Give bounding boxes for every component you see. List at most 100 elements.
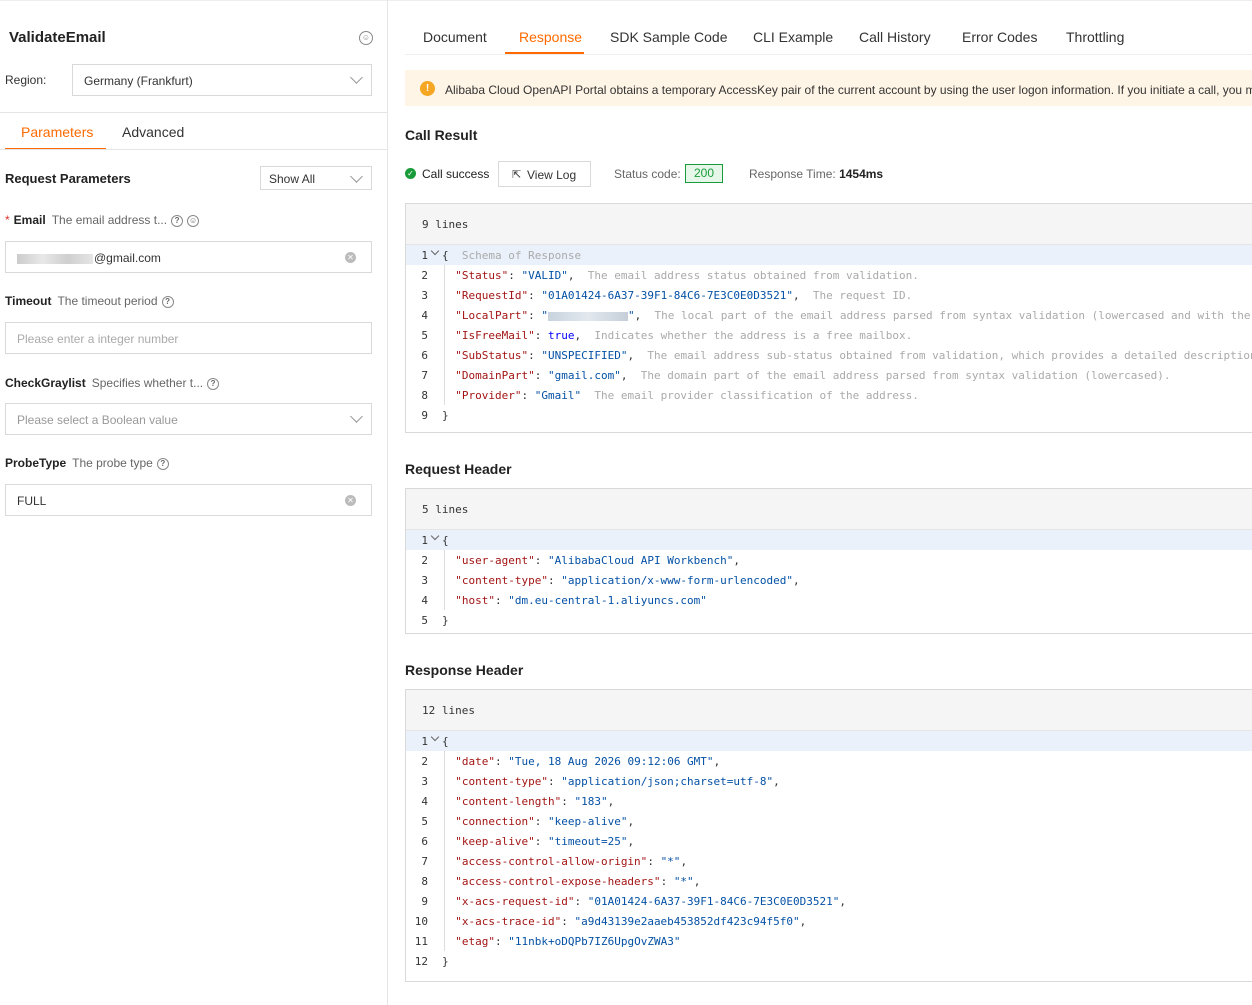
code-line: 2 "user-agent": "AlibabaCloud API Workbe…	[406, 550, 1252, 570]
code-line: 9 "x-acs-request-id": "01A01424-6A37-39F…	[406, 891, 1252, 911]
code-line: 6 "keep-alive": "timeout=25",	[406, 831, 1252, 851]
response-panel: Document Response SDK Sample Code CLI Ex…	[389, 0, 1252, 1005]
code-line: 12}	[414, 955, 449, 968]
email-desc: The email address t...	[51, 213, 168, 227]
help-icon[interactable]: ?	[171, 214, 184, 227]
help-icon[interactable]: ?	[161, 295, 174, 308]
line-count: 9 lines	[422, 218, 469, 231]
response-header-title: Response Header	[405, 662, 524, 678]
region-value: Germany (Frankfurt)	[84, 74, 193, 88]
code-line: 4 "content-length": "183",	[406, 791, 1252, 811]
call-success-text: Call success	[422, 167, 490, 181]
response-header-editor[interactable]: 12 lines 1{ 2 "date": "Tue, 18 Aug 2026 …	[405, 689, 1252, 982]
active-tab-indicator	[505, 52, 584, 54]
code-line: 8 "Provider": "Gmail" The email provider…	[406, 385, 1252, 405]
help-icon[interactable]: ?	[207, 377, 220, 390]
email-label: * Email The email address t...? ☺	[5, 213, 200, 227]
editor-header: 9 lines	[406, 204, 1252, 245]
code-line: 2 "date": "Tue, 18 Aug 2026 09:12:06 GMT…	[406, 751, 1252, 771]
show-all-select[interactable]: Show All	[260, 166, 372, 190]
email-field[interactable]: @gmail.com ✕	[5, 241, 372, 273]
request-header-title: Request Header	[405, 461, 512, 477]
email-value: @gmail.com	[94, 251, 161, 265]
clear-icon[interactable]: ✕	[345, 495, 356, 506]
code-line: 1{ Schema of Response	[406, 245, 1252, 265]
tab-sdk-sample-code[interactable]: SDK Sample Code	[610, 29, 728, 45]
feedback-icon[interactable]: ☺	[187, 214, 200, 227]
chevron-down-icon	[350, 71, 363, 84]
request-header-editor[interactable]: 5 lines 1{ 2 "user-agent": "AlibabaCloud…	[405, 488, 1252, 634]
code-line: 5 "IsFreeMail": true, Indicates whether …	[406, 325, 1252, 345]
code-line: 5 "connection": "keep-alive",	[406, 811, 1252, 831]
response-body-editor[interactable]: 9 lines 1{ Schema of Response 2 "Status"…	[405, 203, 1252, 433]
probetype-name: ProbeType	[5, 456, 67, 470]
fold-icon[interactable]	[430, 732, 440, 742]
email-name: Email	[13, 213, 46, 227]
status-badge: 200	[685, 164, 723, 183]
code-line: 5}	[421, 614, 449, 627]
region-select[interactable]: Germany (Frankfurt)	[72, 64, 372, 96]
view-log-label: View Log	[527, 168, 577, 182]
tab-parameters[interactable]: Parameters	[21, 124, 93, 140]
redacted-email-local	[17, 253, 93, 264]
warning-icon: !	[420, 81, 435, 96]
response-time: Response Time: 1454ms	[749, 167, 883, 181]
line-count: 12 lines	[422, 704, 475, 717]
region-label: Region:	[5, 73, 47, 87]
code-line: 1{	[406, 530, 1252, 550]
code-line: 3 "content-type": "application/x-www-for…	[406, 570, 1252, 590]
code-line: 7 "DomainPart": "gmail.com", The domain …	[406, 365, 1252, 385]
api-title: ValidateEmail	[9, 29, 106, 46]
probetype-label: ProbeType The probe type?	[5, 456, 169, 470]
code-line: 8 "access-control-expose-headers": "*",	[406, 871, 1252, 891]
timeout-label: Timeout The timeout period?	[5, 294, 174, 308]
required-marker: *	[5, 213, 10, 227]
checkgraylist-name: CheckGraylist	[5, 376, 86, 390]
redacted-local-part	[547, 311, 628, 321]
tab-advanced[interactable]: Advanced	[122, 124, 184, 140]
status-code-label: Status code:	[614, 167, 681, 181]
show-all-value: Show All	[269, 172, 316, 186]
section-title: Request Parameters	[5, 171, 131, 186]
editor-header: 5 lines	[406, 489, 1252, 530]
code-line: 3 "content-type": "application/json;char…	[406, 771, 1252, 791]
response-time-value: 1454ms	[839, 167, 884, 181]
notice-banner: ! Alibaba Cloud OpenAPI Portal obtains a…	[405, 70, 1252, 106]
tab-throttling[interactable]: Throttling	[1066, 29, 1124, 45]
code-line: 4 "LocalPart": " ", The local part of the…	[406, 305, 1252, 325]
fold-icon[interactable]	[430, 246, 440, 256]
code-line: 1{	[406, 731, 1252, 751]
checkgraylist-placeholder: Please select a Boolean value	[17, 413, 178, 427]
chevron-down-icon	[350, 410, 363, 423]
code-comment: Schema of Response	[461, 249, 582, 262]
divider	[0, 149, 388, 150]
help-icon[interactable]: ?	[156, 457, 169, 470]
fold-icon[interactable]	[430, 531, 440, 541]
tab-response[interactable]: Response	[519, 29, 582, 45]
clear-icon[interactable]: ✕	[345, 252, 356, 263]
timeout-field[interactable]: Please enter a integer number	[5, 322, 372, 354]
code-line: 9}	[421, 409, 449, 422]
code-line: 6 "SubStatus": "UNSPECIFIED", The email …	[406, 345, 1252, 365]
chevron-down-icon	[350, 170, 363, 183]
divider	[0, 112, 388, 113]
timeout-desc: The timeout period	[57, 294, 158, 308]
tab-call-history[interactable]: Call History	[859, 29, 931, 45]
feedback-icon[interactable]: ☺	[359, 31, 373, 45]
tab-cli-example[interactable]: CLI Example	[753, 29, 833, 45]
tab-document[interactable]: Document	[423, 29, 487, 45]
code-line: 2 "Status": "VALID", The email address s…	[406, 265, 1252, 285]
response-time-label: Response Time:	[749, 167, 836, 181]
timeout-name: Timeout	[5, 294, 52, 308]
check-circle-icon: ✓	[405, 168, 416, 179]
checkgraylist-select[interactable]: Please select a Boolean value	[5, 403, 372, 435]
view-log-button[interactable]: ⇱ View Log	[498, 161, 591, 187]
tabs-baseline	[405, 54, 1252, 55]
external-link-icon: ⇱	[512, 169, 522, 181]
tab-error-codes[interactable]: Error Codes	[962, 29, 1037, 45]
probetype-desc: The probe type	[72, 456, 153, 470]
timeout-placeholder: Please enter a integer number	[17, 332, 179, 346]
probetype-field[interactable]: FULL ✕	[5, 484, 372, 516]
notice-text: Alibaba Cloud OpenAPI Portal obtains a t…	[445, 83, 1252, 97]
code-line: 10 "x-acs-trace-id": "a9d43139e2aaeb4538…	[406, 911, 1252, 931]
